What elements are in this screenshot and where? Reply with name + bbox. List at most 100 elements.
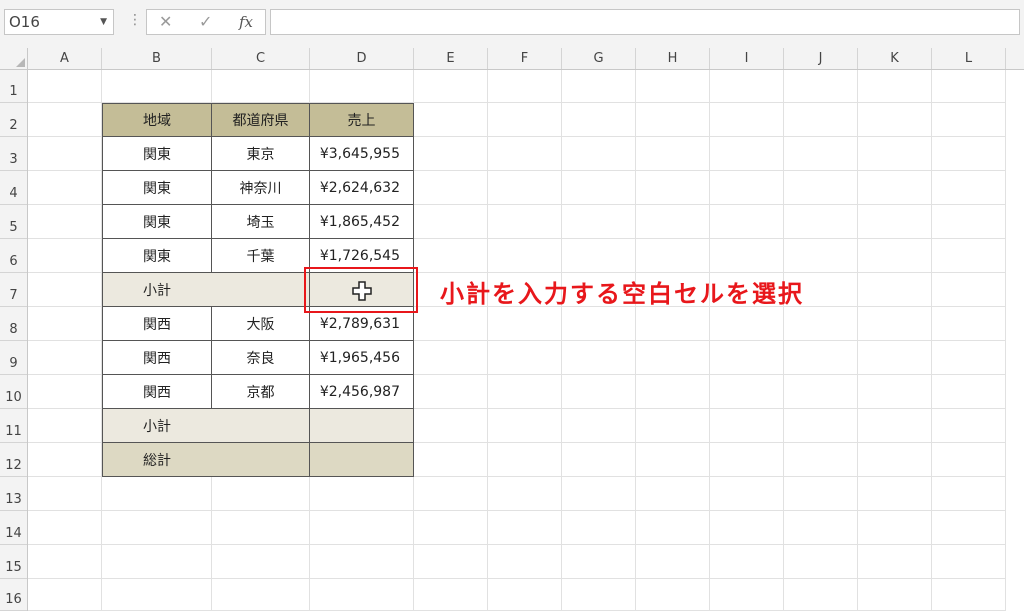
prefecture-cell[interactable]: 神奈川 [212,171,310,205]
cell-a9[interactable] [28,341,102,375]
cell-h9[interactable] [636,341,710,375]
cell-a10[interactable] [28,375,102,409]
prefecture-cell[interactable]: 奈良 [212,341,310,375]
cell-f16[interactable] [488,579,562,611]
cell-a15[interactable] [28,545,102,579]
cell-c14[interactable] [212,511,310,545]
cell-l6[interactable] [932,239,1006,273]
cell-g12[interactable] [562,443,636,477]
grand-total-value-cell[interactable] [310,443,414,477]
cell-j16[interactable] [784,579,858,611]
sales-cell[interactable]: ¥1,865,452 [310,205,414,239]
cell-h14[interactable] [636,511,710,545]
row-header-9[interactable]: 9 [0,341,27,375]
cell-h15[interactable] [636,545,710,579]
cell-d1[interactable] [310,70,414,103]
cell-l5[interactable] [932,205,1006,239]
cell-g8[interactable] [562,307,636,341]
table-header-sales[interactable]: 売上 [310,103,414,137]
row-header-6[interactable]: 6 [0,239,27,273]
cell-g11[interactable] [562,409,636,443]
cell-f9[interactable] [488,341,562,375]
cell-e9[interactable] [414,341,488,375]
cell-i14[interactable] [710,511,784,545]
cell-k13[interactable] [858,477,932,511]
row-header-10[interactable]: 10 [0,375,27,409]
row-header-8[interactable]: 8 [0,307,27,341]
cell-l12[interactable] [932,443,1006,477]
row-header-3[interactable]: 3 [0,137,27,171]
cell-i11[interactable] [710,409,784,443]
cell-k7[interactable] [858,273,932,307]
cell-e14[interactable] [414,511,488,545]
row-header-14[interactable]: 14 [0,511,27,545]
cell-h4[interactable] [636,171,710,205]
cell-g10[interactable] [562,375,636,409]
cell-i3[interactable] [710,137,784,171]
row-header-5[interactable]: 5 [0,205,27,239]
cell-h2[interactable] [636,103,710,137]
cell-k16[interactable] [858,579,932,611]
cell-k5[interactable] [858,205,932,239]
cell-i9[interactable] [710,341,784,375]
sales-cell[interactable]: ¥3,645,955 [310,137,414,171]
cell-k3[interactable] [858,137,932,171]
cell-h5[interactable] [636,205,710,239]
cell-l15[interactable] [932,545,1006,579]
cell-h10[interactable] [636,375,710,409]
cell-a12[interactable] [28,443,102,477]
cell-i1[interactable] [710,70,784,103]
cell-k2[interactable] [858,103,932,137]
cell-j11[interactable] [784,409,858,443]
cell-j5[interactable] [784,205,858,239]
formula-input[interactable] [270,9,1020,35]
cell-b16[interactable] [102,579,212,611]
cell-i4[interactable] [710,171,784,205]
cell-k12[interactable] [858,443,932,477]
row-header-13[interactable]: 13 [0,477,27,511]
chevron-down-icon[interactable]: ▼ [100,10,107,34]
row-header-7[interactable]: 7 [0,273,27,307]
cell-f13[interactable] [488,477,562,511]
cell-j9[interactable] [784,341,858,375]
cell-l16[interactable] [932,579,1006,611]
cell-k8[interactable] [858,307,932,341]
column-header-i[interactable]: I [710,48,784,69]
cell-d13[interactable] [310,477,414,511]
cell-j13[interactable] [784,477,858,511]
name-box[interactable]: O16 ▼ [4,9,114,35]
cell-h11[interactable] [636,409,710,443]
cell-d15[interactable] [310,545,414,579]
subtotal-label-cell[interactable]: 小計 [102,409,310,443]
column-header-c[interactable]: C [212,48,310,69]
column-header-k[interactable]: K [858,48,932,69]
cell-c15[interactable] [212,545,310,579]
enter-icon[interactable]: ✓ [199,10,212,34]
cell-e3[interactable] [414,137,488,171]
row-header-1[interactable]: 1 [0,70,27,103]
region-cell[interactable]: 関東 [102,205,212,239]
cell-g6[interactable] [562,239,636,273]
insert-function-icon[interactable]: fx [239,10,253,34]
cell-a14[interactable] [28,511,102,545]
cell-g4[interactable] [562,171,636,205]
prefecture-cell[interactable]: 大阪 [212,307,310,341]
cell-b15[interactable] [102,545,212,579]
cell-j10[interactable] [784,375,858,409]
cell-i12[interactable] [710,443,784,477]
cell-e10[interactable] [414,375,488,409]
cell-l14[interactable] [932,511,1006,545]
sales-cell[interactable]: ¥1,965,456 [310,341,414,375]
cell-g1[interactable] [562,70,636,103]
cell-i15[interactable] [710,545,784,579]
cell-j15[interactable] [784,545,858,579]
column-header-a[interactable]: A [28,48,102,69]
region-cell[interactable]: 関西 [102,307,212,341]
cell-a3[interactable] [28,137,102,171]
cell-i2[interactable] [710,103,784,137]
cell-a4[interactable] [28,171,102,205]
cell-i13[interactable] [710,477,784,511]
cell-l4[interactable] [932,171,1006,205]
row-header-4[interactable]: 4 [0,171,27,205]
column-header-f[interactable]: F [488,48,562,69]
